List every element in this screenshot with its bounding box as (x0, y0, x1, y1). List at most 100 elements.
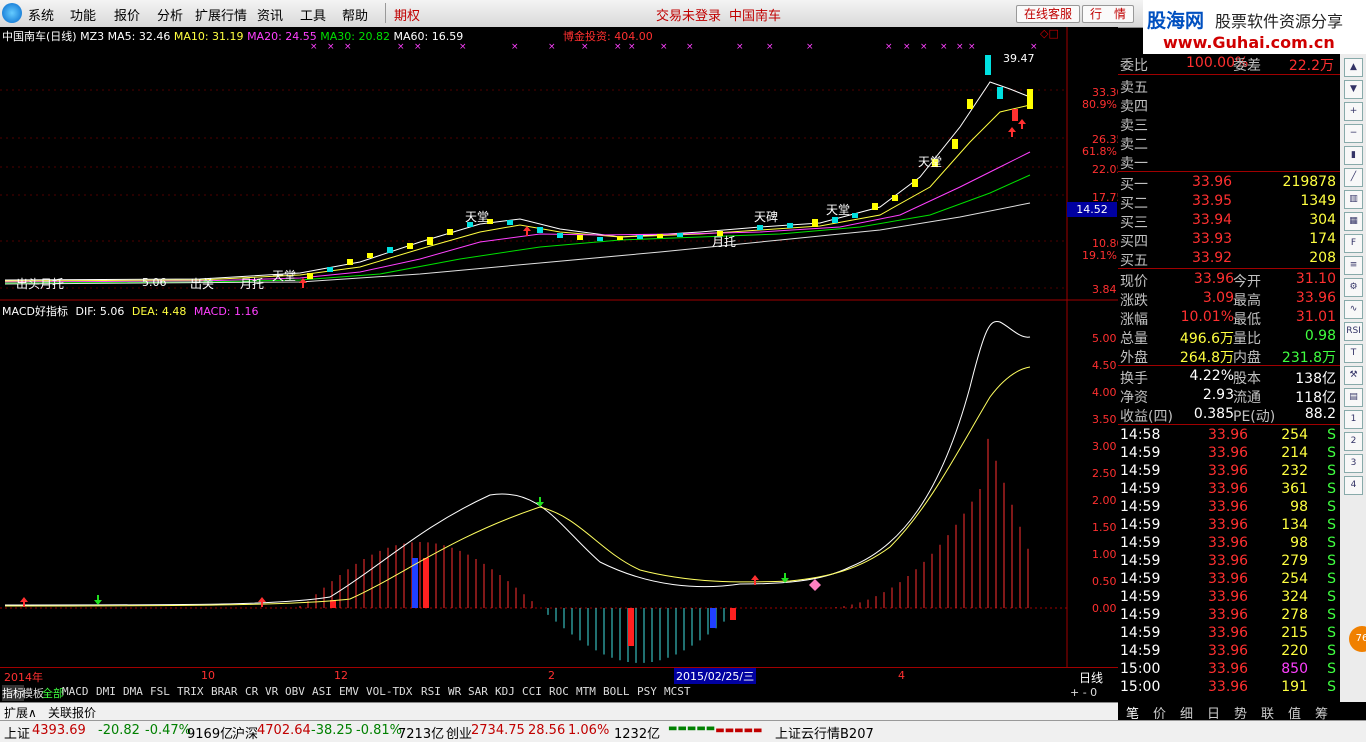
indicator-tab[interactable]: FSL (150, 685, 170, 698)
tick-time: 14:59 (1120, 481, 1161, 497)
tick-side: S (1327, 517, 1336, 533)
stat-value: 496.6万 (1179, 331, 1234, 347)
tick-volume: 361 (1281, 481, 1308, 497)
text-icon[interactable]: T (1344, 344, 1363, 363)
menu-help[interactable]: 帮助 (342, 5, 368, 24)
indicator-tab[interactable]: 全部 (42, 685, 64, 701)
app-logo-icon[interactable] (2, 3, 22, 23)
trade-status[interactable]: 交易未登录 (656, 5, 721, 24)
indicator-tab[interactable]: CCI (522, 685, 542, 698)
quote-button[interactable]: 行 情 (1082, 5, 1134, 23)
online-service-button[interactable]: 在线客服 (1016, 5, 1080, 23)
chart-svg[interactable]: × × × × × × × × × × × × × × × × × × × × × × × (0, 27, 1118, 667)
indicator-tab[interactable]: PSY (637, 685, 657, 698)
bid-volume: 304 (1309, 212, 1336, 228)
indicator-tab[interactable]: DMA (123, 685, 143, 698)
doc-icon[interactable]: ▤ (1344, 388, 1363, 407)
macd-value: MACD: 1.16 (193, 305, 259, 318)
candle (872, 203, 878, 210)
indicator-tab[interactable]: SAR (468, 685, 488, 698)
grid-icon[interactable]: ▦ (1344, 212, 1363, 231)
logo-url: www.Guhai.com.cn (1163, 33, 1335, 52)
menu-options[interactable]: 期权 (394, 5, 420, 24)
bar-icon[interactable]: ▥ (1344, 190, 1363, 209)
sh-label[interactable]: 上证 (4, 723, 30, 742)
indicator-tab[interactable]: 模板 (22, 685, 44, 701)
indicator-tab[interactable]: ASI (312, 685, 332, 698)
candle (812, 219, 818, 227)
fin-label: 股本 (1233, 371, 1261, 387)
f10-icon[interactable]: F (1344, 234, 1363, 253)
menu-analysis[interactable]: 分析 (157, 5, 183, 24)
kline-icon[interactable]: ▮ (1344, 146, 1363, 165)
tick-side: S (1327, 679, 1336, 695)
tick-volume: 279 (1281, 553, 1308, 569)
bid-price: 33.95 (1192, 193, 1233, 209)
chart-icon[interactable]: ∿ (1344, 300, 1363, 319)
indicator-tab[interactable]: BOLL (603, 685, 630, 698)
indicator-tab[interactable]: 指标 (2, 685, 24, 701)
divider (1118, 74, 1340, 75)
signal-marker: × (968, 42, 976, 52)
indicator-tab[interactable]: MTM (576, 685, 596, 698)
chart-corner-icons[interactable]: ◇□ (1040, 27, 1059, 40)
line-icon[interactable]: ╱ (1344, 168, 1363, 187)
bid-volume: 174 (1309, 231, 1336, 247)
indicator-tab[interactable]: VR (265, 685, 278, 698)
signal-label: 出关 (190, 277, 215, 291)
settings-icon[interactable]: ⚙ (1344, 278, 1363, 297)
macd-bar (628, 608, 634, 646)
sz-label[interactable]: 沪深 (232, 723, 258, 742)
candle (787, 223, 793, 228)
ext-tab[interactable]: 关联报价 (48, 704, 96, 721)
menu-news[interactable]: 资讯 (257, 5, 283, 24)
stat-label: 最低 (1233, 312, 1261, 328)
indicator-tab[interactable]: DMI (96, 685, 116, 698)
candle (912, 179, 918, 187)
arrow-up-icon[interactable]: ▲ (1344, 58, 1363, 77)
indicator-tab[interactable]: ROC (549, 685, 569, 698)
cloud-status[interactable]: 上证云行情B207 (775, 723, 874, 742)
quote-row: 14:58 33.96 254 S (1118, 426, 1340, 445)
indicator-tab[interactable]: OBV (285, 685, 305, 698)
indicator-tab[interactable]: RSI (421, 685, 441, 698)
menu-quote[interactable]: 报价 (114, 5, 140, 24)
ma5-value: MA5: 32.46 (107, 30, 171, 43)
list-icon[interactable]: ≡ (1344, 256, 1363, 275)
indicator-tab[interactable]: BRAR (211, 685, 238, 698)
indicator-tab[interactable]: MCST (664, 685, 691, 698)
menu-function[interactable]: 功能 (70, 5, 96, 24)
bid-label: 买四 (1120, 234, 1148, 250)
menu-system[interactable]: 系统 (28, 5, 54, 24)
tabs-controls[interactable]: + - 0 (1070, 686, 1097, 699)
quote-row: 14:59 33.96 232 S (1118, 462, 1340, 481)
tool-icon[interactable]: ⚒ (1344, 366, 1363, 385)
menu-ext-quote[interactable]: 扩展行情 (195, 5, 247, 24)
tick-time: 14:59 (1120, 589, 1161, 605)
signal-label: 天堂 (272, 269, 297, 283)
menu-tools[interactable]: 工具 (300, 5, 326, 24)
indicator-tab[interactable]: MACD (62, 685, 89, 698)
indicator-tab[interactable]: EMV (339, 685, 359, 698)
indicator-tab[interactable]: TRIX (177, 685, 204, 698)
cy-label[interactable]: 创业 (446, 723, 472, 742)
quote-row: 买一 33.96 219878 (1118, 173, 1340, 193)
rsi-icon[interactable]: RSI (1344, 322, 1363, 341)
indicator-tab[interactable]: KDJ (495, 685, 515, 698)
kline-header: 中国南车(日线) MZ3 MA5: 32.46 MA10: 31.19 MA20… (2, 28, 463, 44)
num-3[interactable]: 3 (1344, 454, 1363, 473)
zoom-out-icon[interactable]: − (1344, 124, 1363, 143)
divider (1118, 424, 1340, 425)
num-1[interactable]: 1 (1344, 410, 1363, 429)
divider (1118, 268, 1340, 269)
chart-area[interactable]: × × × × × × × × × × × × × × × × × × × × × × × 中国南车(日线) MZ3 MA5… (0, 27, 1124, 667)
signal-marker: × (686, 42, 694, 52)
zoom-in-icon[interactable]: + (1344, 102, 1363, 121)
arrow-down-icon[interactable]: ▼ (1344, 80, 1363, 99)
num-2[interactable]: 2 (1344, 432, 1363, 451)
ext-tab[interactable]: 扩展∧ (4, 704, 37, 721)
num-4[interactable]: 4 (1344, 476, 1363, 495)
indicator-tab[interactable]: VOL-TDX (366, 685, 412, 698)
indicator-tab[interactable]: CR (245, 685, 258, 698)
indicator-tab[interactable]: WR (448, 685, 461, 698)
